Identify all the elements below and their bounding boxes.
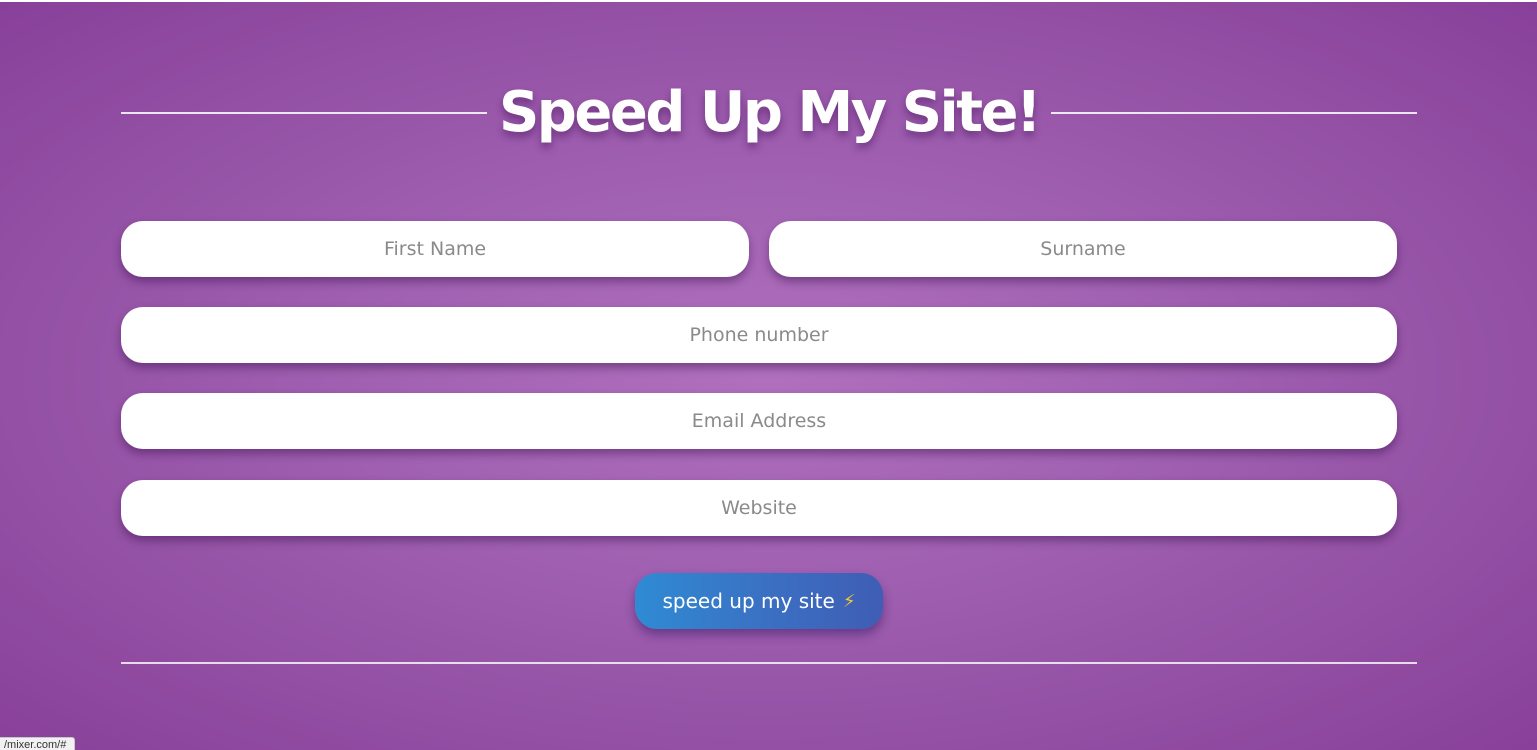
phone-input[interactable] [121,307,1397,363]
title-line-left [121,112,487,114]
title-row: Speed Up My Site! [121,75,1417,151]
surname-field[interactable] [769,221,1397,277]
first-name-field[interactable] [121,221,749,277]
speed-up-submit-button[interactable]: speed up my site ⚡ [635,573,883,629]
top-edge-divider [0,0,1537,2]
surname-input[interactable] [769,221,1397,277]
website-input[interactable] [121,480,1397,536]
status-bar-url: /mixer.com/# [0,737,76,750]
lightning-bolt-icon: ⚡ [842,590,856,612]
phone-field[interactable] [121,307,1397,363]
submit-button-label: speed up my site [662,589,835,613]
page-title: Speed Up My Site! [498,80,1042,145]
email-input[interactable] [121,393,1397,449]
website-field[interactable] [121,480,1397,536]
email-field[interactable] [121,393,1397,449]
bottom-divider [121,662,1417,664]
title-line-right [1051,112,1417,114]
first-name-input[interactable] [121,221,749,277]
